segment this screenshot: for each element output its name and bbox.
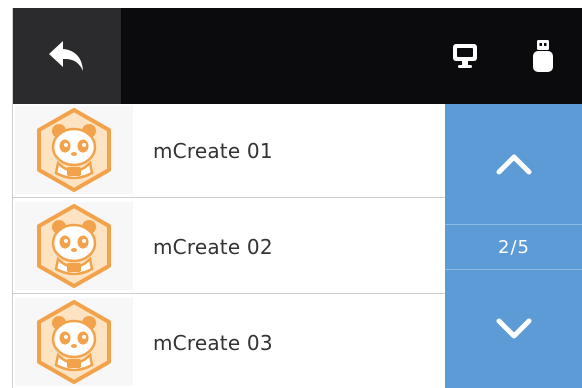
file-name: mCreate 01: [153, 139, 273, 163]
page-up-button[interactable]: [445, 104, 582, 224]
panda-logo-icon: [37, 108, 111, 192]
back-button[interactable]: [13, 8, 121, 104]
page-down-button[interactable]: [445, 270, 582, 388]
file-row[interactable]: mCreate 02: [13, 200, 445, 294]
monitor-icon: [453, 44, 477, 68]
usb-drive-icon: [533, 40, 553, 72]
file-thumbnail: [15, 106, 133, 194]
panda-logo-icon: [37, 204, 111, 288]
chevron-up-icon: [496, 154, 532, 175]
usb-drive-button[interactable]: [525, 38, 561, 74]
panda-logo-icon: [37, 300, 111, 384]
page-indicator: 2/5: [445, 224, 582, 270]
back-arrow-icon: [49, 41, 83, 71]
monitor-button[interactable]: [447, 38, 483, 74]
file-name: mCreate 02: [153, 235, 273, 259]
file-thumbnail: [15, 202, 133, 290]
file-list: mCreate 01 mCreate 02 mCreate 03: [13, 104, 445, 388]
chevron-down-icon: [496, 318, 532, 339]
file-browser-screen: mCreate 01 mCreate 02 mCreate 03 2/5: [12, 8, 582, 388]
file-name: mCreate 03: [153, 331, 273, 355]
file-thumbnail: [15, 298, 133, 386]
file-row[interactable]: mCreate 03: [13, 296, 445, 388]
file-row[interactable]: mCreate 01: [13, 104, 445, 198]
top-bar: [13, 8, 582, 104]
pagination-panel: 2/5: [445, 104, 582, 388]
